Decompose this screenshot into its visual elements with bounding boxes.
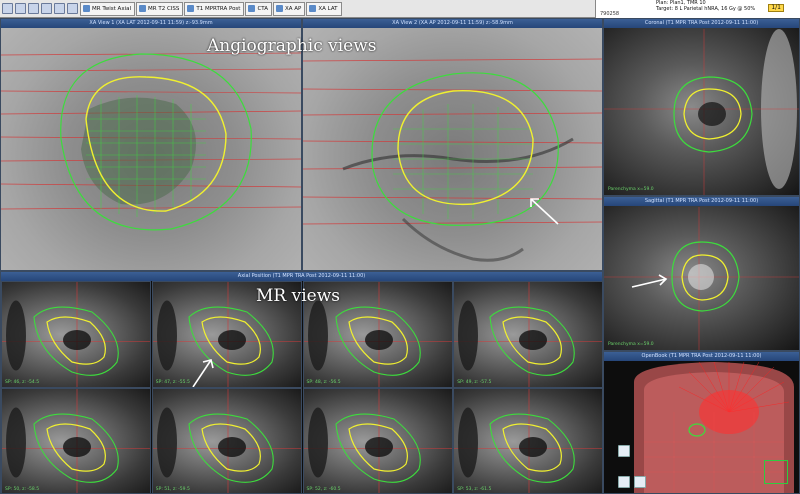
coronal-view[interactable]: Coronal (T1 MPR TRA Post 2012-09-11 11:0… (603, 18, 800, 196)
axial-tile[interactable]: SP: 53, z: -61.5 (453, 388, 602, 493)
orientation-icon[interactable] (618, 476, 630, 488)
sagittal-view[interactable]: Sagittal (T1 MPR TRA Post 2012-09-11 11:… (603, 196, 800, 351)
angio-vessels (342, 137, 574, 171)
tab-cta[interactable]: CTA (245, 1, 273, 16)
tile-position-label: SP: 47, z: -55.5 (155, 380, 190, 385)
axial-tile[interactable]: SP: 52, z: -60.5 (302, 388, 453, 493)
axial-tile-overlay (152, 389, 301, 493)
export-icon[interactable] (634, 476, 646, 488)
axial-tile-overlay (303, 389, 452, 493)
axial-tile[interactable]: SP: 46, z: -54.5 (1, 281, 151, 388)
ventricle-shadow (156, 300, 177, 371)
image-series-icon (139, 5, 147, 12)
axial-tile-overlay (2, 389, 150, 493)
axial-tile[interactable]: SP: 50, z: -58.5 (1, 388, 151, 493)
panel-title: Sagittal (T1 MPR TRA Post 2012-09-11 11:… (604, 197, 799, 206)
coronal-overlay (604, 29, 799, 195)
lesion-core (519, 330, 548, 350)
ventricle-shadow (6, 407, 26, 478)
tile-position-label: SP: 53, z: -61.5 (457, 487, 492, 492)
view-toggle-icon[interactable] (618, 445, 630, 457)
lesion-core (217, 330, 246, 350)
image-series-icon (276, 5, 284, 12)
gamma-plan-workspace: MR Twist Axial MR T2 CISS T1 MPRTRA Post… (0, 0, 800, 494)
contour-icon[interactable] (54, 3, 65, 14)
isodose-target (397, 90, 534, 206)
lesion-core (364, 437, 393, 457)
tab-mr-twist-axial[interactable]: MR Twist Axial (80, 1, 136, 16)
tile-position-label: SP: 49, z: -57.5 (457, 380, 492, 385)
tab-t1-mprtra-post[interactable]: T1 MPRTRA Post (184, 1, 245, 16)
angio-nidus (81, 97, 196, 205)
layout-icon[interactable] (67, 3, 78, 14)
tile-position-label: SP: 52, z: -60.5 (306, 487, 341, 492)
patient-id: 790258 (600, 11, 620, 17)
lesion-core (217, 437, 246, 457)
angio-ap-overlay (303, 58, 602, 262)
image-series-icon (248, 5, 256, 12)
ventricle-shadow (156, 407, 177, 478)
axial-tile-overlay (2, 282, 150, 387)
image-series-icon (309, 5, 317, 12)
angio-lat-overlay (1, 52, 301, 231)
panel-title: XA View 2 (XA AP 2012-09-11 11:59) z:-58… (303, 19, 602, 28)
zoom-icon[interactable] (28, 3, 39, 14)
arrow-pointer (530, 198, 559, 225)
tab-xa-lat[interactable]: XA LAT (306, 1, 342, 16)
ruler-icon[interactable] (41, 3, 52, 14)
sagittal-label: Parenchyma x=59.0 (608, 342, 654, 347)
panel-title: Coronal (T1 MPR TRA Post 2012-09-11 11:0… (604, 19, 799, 28)
panel-title: XA View 1 (XA LAT 2012-09-11 11:59) z:-9… (1, 19, 301, 28)
arrow-up-icon[interactable] (2, 3, 13, 14)
panel-title: Axial Position (T1 MPR TRA Post 2012-09-… (1, 272, 602, 281)
tile-position-label: SP: 50, z: -58.5 (5, 487, 40, 492)
image-series-icon (187, 5, 195, 12)
panel-title: OpenBook (T1 MPR TRA Post 2012-09-11 11:… (604, 352, 799, 361)
ventricle-shadow (6, 300, 26, 371)
lesion-core (63, 437, 91, 457)
axial-tile[interactable]: SP: 51, z: -59.5 (151, 388, 302, 493)
tile-position-label: SP: 51, z: -59.5 (155, 487, 190, 492)
lesion-core (63, 330, 91, 350)
arrow-down-icon[interactable] (15, 3, 26, 14)
ventricle-shadow (458, 407, 479, 478)
axial-tile-overlay (454, 282, 602, 387)
page-indicator[interactable]: 1/1 (768, 4, 784, 12)
arrow-pointer (192, 359, 214, 387)
angio-annotation: Angiographic views (207, 36, 377, 56)
selection-box-icon[interactable] (764, 460, 788, 484)
mr-annotation: MR views (256, 286, 340, 306)
tab-mr-t2-ciss[interactable]: MR T2 CISS (136, 1, 184, 16)
image-series-icon (83, 5, 90, 12)
ventricle-shadow (307, 407, 328, 478)
lesion-core (519, 437, 548, 457)
ventricle-shadow (307, 300, 328, 371)
plan-info: Plan: Plan1, TMR 10 Target: 8 L Parietal… (595, 0, 800, 18)
coronal-label: Parenchyma x=59.0 (608, 187, 654, 192)
axial-tile-overlay (454, 389, 602, 493)
tab-xa-ap[interactable]: XA AP (273, 1, 306, 16)
ventricle-shadow (458, 300, 479, 371)
sagittal-overlay (604, 207, 799, 350)
tile-position-label: SP: 48, z: -56.5 (306, 380, 341, 385)
tile-position-label: SP: 46, z: -54.5 (5, 380, 40, 385)
axial-tile[interactable]: SP: 49, z: -57.5 (453, 281, 602, 388)
lesion-core (364, 330, 393, 350)
